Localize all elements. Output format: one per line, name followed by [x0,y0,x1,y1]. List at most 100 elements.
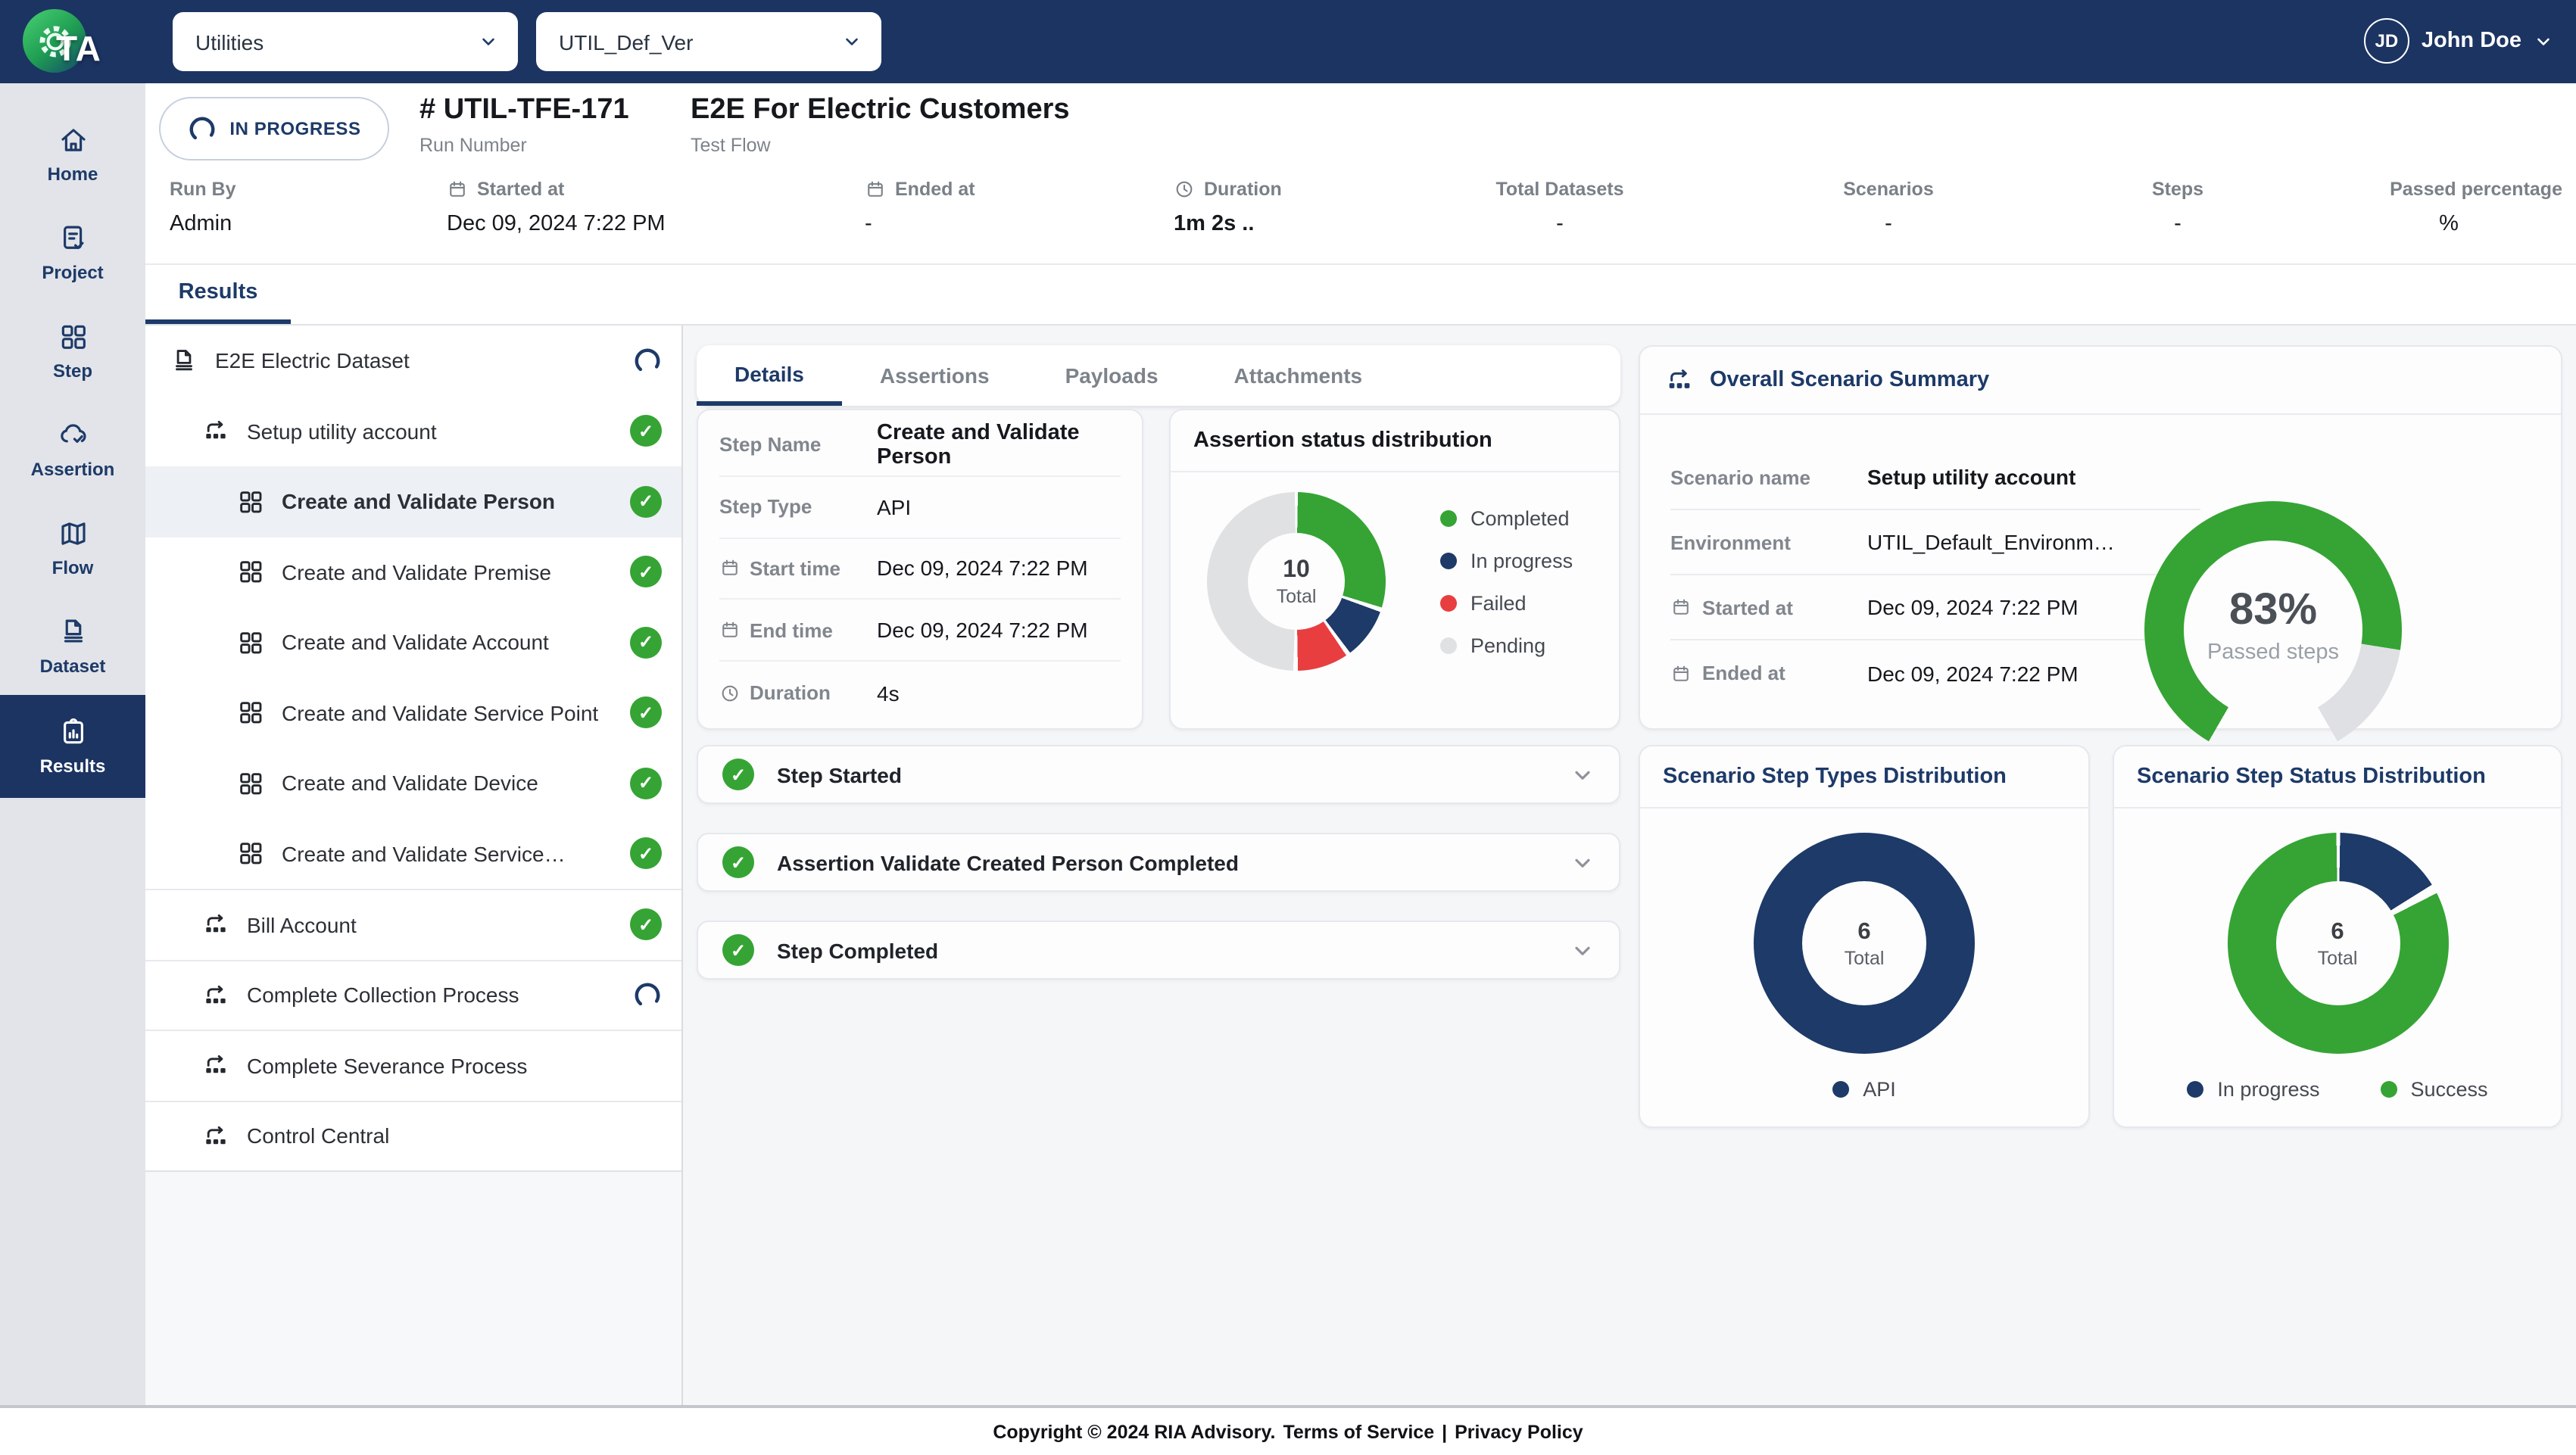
success-icon [630,768,662,799]
step-types-distribution-card: Scenario Step Types Distribution 6 Total… [1639,745,2090,1128]
tab-payloads[interactable]: Payloads [1028,345,1196,406]
product-select[interactable]: Utilities [173,12,518,71]
sidebar-item-results[interactable]: Results [0,695,145,798]
flow-label: Test Flow [691,135,1070,156]
in-progress-spinner-icon [633,981,662,1010]
legend-dot-green [1440,509,1457,526]
success-icon [630,486,662,518]
dataset-icon [57,615,89,647]
tab-attachments[interactable]: Attachments [1196,345,1401,406]
legend-dot-navy [1832,1081,1849,1098]
run-header: IN PROGRESS # UTIL-TFE-171 Run Number E2… [145,83,2576,265]
calendar-icon [865,179,886,200]
run-number: # UTIL-TFE-171 [419,94,629,127]
chevron-down-icon [842,32,862,51]
tab-assertions[interactable]: Assertions [842,345,1028,406]
user-name: John Doe [2422,29,2521,53]
success-icon [722,934,754,966]
tree-item-scenario[interactable]: Setup utility account [145,396,681,466]
detail-row-duration: Duration 4s [719,662,1121,724]
scenario-icon [201,417,230,446]
legend-dot-green [2381,1081,2397,1098]
chevron-down-icon [1570,762,1595,787]
flow-name: E2E For Electric Customers [691,94,1070,127]
calendar-icon [719,558,741,579]
tree-item-step[interactable]: Create and Validate Premise [145,537,681,607]
tree-item-scenario[interactable]: Bill Account [145,889,681,959]
detail-row-step-name: Step Name Create and Validate Person [719,415,1121,477]
legend-item-api: API [1832,1078,1896,1101]
grid-icon [236,840,265,868]
legend-item-completed: Completed [1440,506,1573,529]
field-passed-percentage: Passed percentage % [2335,179,2562,236]
scenario-icon [1664,365,1695,395]
scenario-icon [201,1052,230,1080]
tree-item-step[interactable]: Create and Validate Service Point [145,678,681,748]
success-icon [630,697,662,729]
grid-icon [57,320,89,352]
sidebar-item-project[interactable]: Project [0,203,145,301]
tree-item-dataset[interactable]: E2E Electric Dataset [145,326,681,396]
scenario-icon [201,1122,230,1151]
terms-of-service-link[interactable]: Terms of Service [1283,1421,1434,1442]
tree-item-scenario[interactable]: Complete Collection Process [145,959,681,1030]
in-progress-spinner-icon [633,347,662,375]
sidebar-item-step[interactable]: Step [0,301,145,400]
field-scenarios: Scenarios - [1798,179,1979,236]
success-icon [630,838,662,870]
product-select-value: Utilities [195,30,264,54]
grid-icon [236,699,265,728]
results-tabbar: Results [145,265,2576,326]
app-logo[interactable]: TA [20,6,126,77]
event-accordion-step-completed[interactable]: Step Completed [697,921,1620,980]
field-ended-at: Ended at - [865,179,975,236]
tree-item-step[interactable]: Create and Validate Device [145,748,681,818]
run-number-block: # UTIL-TFE-171 Run Number [419,94,629,156]
legend-dot-red [1440,594,1457,611]
tree-item-scenario[interactable]: Complete Severance Process [145,1030,681,1100]
scenario-icon [201,911,230,939]
sidebar-item-dataset[interactable]: Dataset [0,597,145,695]
scenario-icon [201,981,230,1010]
version-select[interactable]: UTIL_Def_Ver [536,12,881,71]
types-chart-title: Scenario Step Types Distribution [1640,746,2088,809]
flow-name-block: E2E For Electric Customers Test Flow [691,94,1070,156]
field-run-by: Run By Admin [170,179,236,236]
grid-icon [236,488,265,516]
tab-details[interactable]: Details [697,345,842,406]
tree-item-scenario[interactable]: Control Central [145,1100,681,1170]
field-started-at: Started at Dec 09, 2024 7:22 PM [447,179,666,236]
legend-item-failed: Failed [1440,591,1573,614]
chevron-down-icon [2534,31,2553,51]
home-icon [57,123,89,155]
summary-title: Overall Scenario Summary [1710,368,1989,392]
success-icon [722,759,754,790]
copyright-text: Copyright © 2024 RIA Advisory. [993,1421,1275,1442]
chevron-down-icon [479,32,498,51]
sidebar-item-flow[interactable]: Flow [0,498,145,597]
status-legend: In progress Success [2187,1078,2487,1101]
legend-item-in-progress: In progress [1440,549,1573,572]
tree-item-step[interactable]: Create and Validate Account [145,607,681,678]
event-accordion-assertion-completed[interactable]: Assertion Validate Created Person Comple… [697,833,1620,892]
step-status-donut-chart: 6 Total [2227,833,2448,1054]
gauge-value: 83% [2144,586,2402,636]
tab-results[interactable]: Results [145,265,291,324]
tree-item-step[interactable]: Create and Validate Service… [145,818,681,889]
status-total: 6 [2331,918,2344,946]
summary-row-scenario-name: Scenario name Setup utility account [1670,445,2200,510]
top-navbar: TA Utilities UTIL_Def_Ver JD John Doe [0,0,2576,83]
sidebar-item-home[interactable]: Home [0,104,145,203]
legend-dot-gray [1440,637,1457,653]
event-accordion-step-started[interactable]: Step Started [697,745,1620,804]
legend-item-pending: Pending [1440,634,1573,656]
success-icon [630,627,662,659]
assertion-distribution-card: Assertion status distribution 10 Total C… [1169,409,1620,730]
tree-item-step[interactable]: Create and Validate Person [145,466,681,537]
sidebar-item-assertion[interactable]: Assertion [0,400,145,498]
chevron-down-icon [1570,850,1595,874]
privacy-policy-link[interactable]: Privacy Policy [1455,1421,1583,1442]
user-menu[interactable]: JD John Doe [2364,18,2553,64]
legend-dot-navy [2187,1081,2203,1098]
legend-item-success: Success [2381,1078,2488,1101]
